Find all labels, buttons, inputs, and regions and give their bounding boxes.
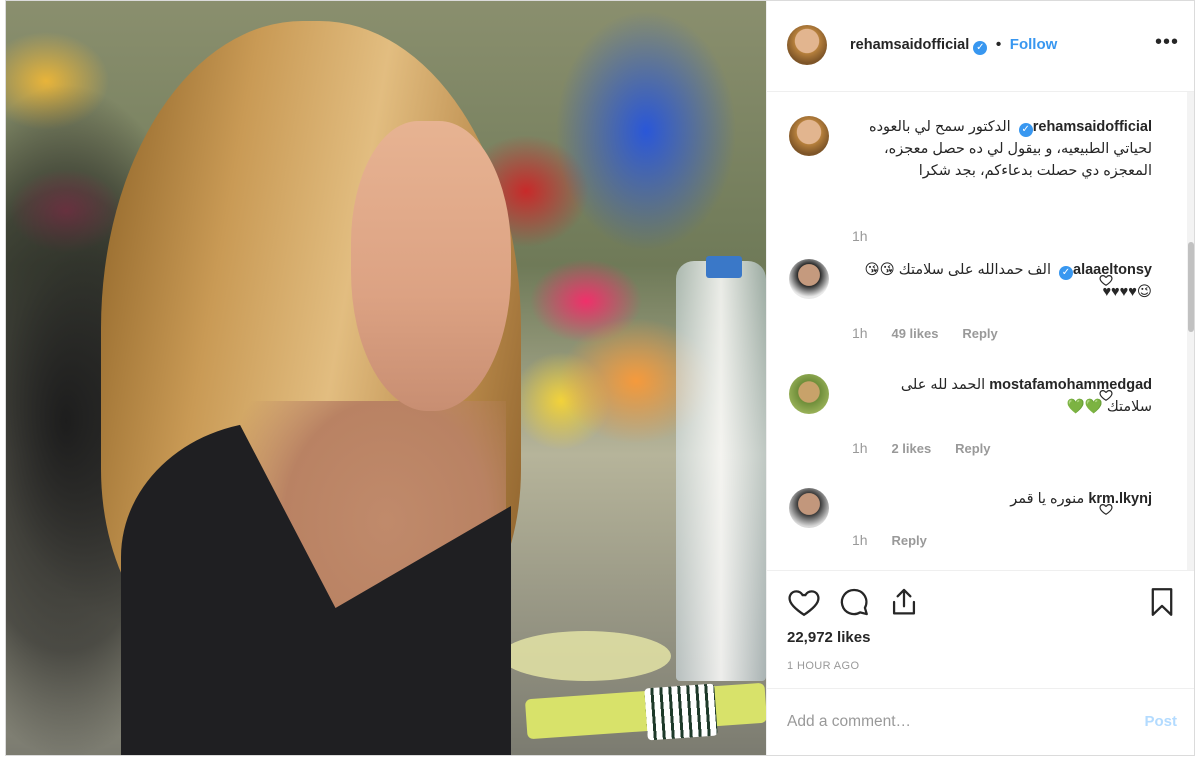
more-options-icon[interactable]: ••• (1155, 31, 1179, 54)
like-comment-icon[interactable] (1099, 502, 1113, 516)
share-icon[interactable] (887, 585, 921, 619)
commenter-avatar[interactable] (789, 488, 829, 528)
water-bottle (676, 261, 766, 681)
table-plate (501, 631, 671, 681)
follow-button[interactable]: Follow (1010, 36, 1058, 53)
heart-icon[interactable] (787, 585, 821, 619)
comment-likes[interactable]: 49 likes (891, 326, 938, 341)
comment-item: krm.lkynj منوره يا قمر 1h Reply (789, 488, 1152, 558)
reply-button[interactable]: Reply (955, 441, 990, 456)
napkin-ring (644, 683, 718, 741)
comment-time[interactable]: 1h (852, 532, 868, 548)
comment-item: alaaeltonsy✓ الف حمدالله على سلامتك 😘😘😉♥… (789, 259, 1152, 349)
comment-meta: 1h Reply (852, 532, 947, 548)
header-user: rehamsaidofficial ✓ • Follow (850, 36, 1057, 55)
comment-time[interactable]: 1h (852, 440, 868, 456)
woman-face (351, 121, 511, 411)
post-comment-button[interactable]: Post (1144, 713, 1177, 730)
commenter-avatar[interactable] (789, 374, 829, 414)
post-modal: rehamsaidofficial ✓ • Follow ••• rehamsai… (5, 0, 1195, 756)
like-comment-icon[interactable] (1099, 388, 1113, 402)
post-timestamp[interactable]: 1 HOUR AGO (787, 660, 859, 672)
comment-meta: 1h 49 likes Reply (852, 325, 1018, 341)
like-comment-icon[interactable] (1099, 273, 1113, 287)
post-header: rehamsaidofficial ✓ • Follow ••• (767, 1, 1194, 92)
comment-icon[interactable] (837, 585, 871, 619)
reply-button[interactable]: Reply (962, 326, 997, 341)
author-avatar[interactable] (789, 116, 829, 156)
scrollbar-thumb[interactable] (1188, 242, 1194, 332)
caption-time[interactable]: 1h (852, 228, 868, 244)
comment-composer: Post (767, 688, 1194, 755)
comments-list[interactable]: rehamsaidofficial✓ الدكتور سمح لي بالعود… (767, 92, 1194, 570)
bottle-cap (706, 256, 742, 278)
comment-likes[interactable]: 2 likes (891, 441, 931, 456)
comment-meta: 1h 2 likes Reply (852, 440, 1011, 456)
caption-body: rehamsaidofficial✓ الدكتور سمح لي بالعود… (852, 116, 1152, 182)
like-count[interactable]: 22,972 likes (787, 629, 870, 646)
add-comment-input[interactable] (787, 707, 1107, 737)
author-avatar[interactable] (787, 25, 827, 65)
post-actions: 22,972 likes 1 HOUR AGO (767, 570, 1194, 689)
verified-badge-icon: ✓ (973, 41, 988, 55)
comment-text: منوره يا قمر (1010, 491, 1085, 507)
comment-item: mostafamohammedgad الحمد لله على سلامتك … (789, 374, 1152, 464)
reply-button[interactable]: Reply (891, 533, 926, 548)
post-side-panel: rehamsaidofficial ✓ • Follow ••• rehamsai… (766, 1, 1194, 755)
verified-badge-icon: ✓ (1018, 123, 1033, 137)
author-username[interactable]: rehamsaidofficial (850, 37, 969, 53)
post-photo[interactable] (6, 1, 766, 755)
comment-username[interactable]: mostafamohammedgad (989, 377, 1152, 393)
comments-scrollbar[interactable] (1187, 92, 1194, 570)
caption-username[interactable]: rehamsaidofficial (1033, 119, 1152, 135)
caption-item: rehamsaidofficial✓ الدكتور سمح لي بالعود… (789, 116, 1152, 266)
bookmark-icon[interactable] (1145, 585, 1179, 619)
follow-separator: • (995, 36, 1002, 53)
verified-badge-icon: ✓ (1059, 266, 1073, 280)
comment-time[interactable]: 1h (852, 325, 868, 341)
comment-username[interactable]: krm.lkynj (1088, 491, 1152, 507)
caption-meta: 1h (852, 228, 888, 244)
commenter-avatar[interactable] (789, 259, 829, 299)
